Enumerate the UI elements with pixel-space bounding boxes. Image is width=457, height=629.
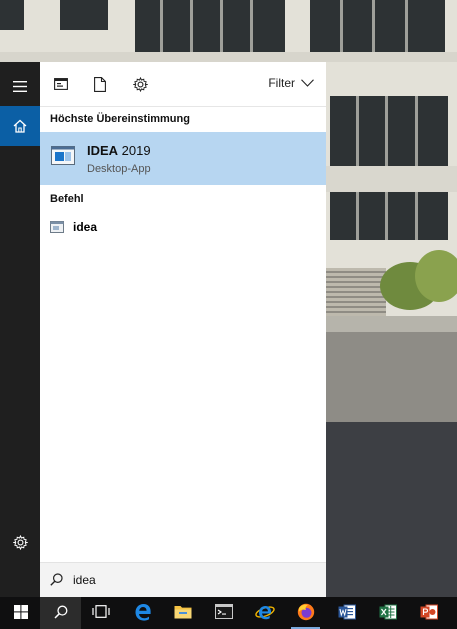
best-match-heading: Höchste Übereinstimmung [50, 113, 190, 125]
filter-dropdown[interactable]: Filter [268, 76, 314, 90]
search-input-value: idea [73, 573, 96, 587]
folder-icon [174, 604, 192, 622]
command-label: idea [73, 220, 98, 234]
search-icon [50, 573, 63, 589]
windows-logo-icon [13, 604, 28, 622]
command-result[interactable]: idea [40, 215, 326, 241]
panel-toolbar: Filter [40, 62, 326, 107]
command-heading: Befehl [50, 193, 84, 205]
start-button[interactable] [0, 597, 41, 629]
settings-icon[interactable] [0, 522, 40, 562]
command-prompt-button[interactable] [203, 597, 244, 629]
taskbar [0, 597, 457, 629]
task-view-icon [91, 605, 110, 621]
apps-filter-icon[interactable] [52, 75, 70, 93]
edge-button[interactable] [122, 597, 163, 629]
internet-explorer-icon [254, 603, 275, 624]
best-match-subtitle: Desktop-App [87, 163, 151, 175]
menu-icon[interactable] [0, 66, 40, 106]
search-results-panel: Filter Höchste Übereinstimmung IDEA 2019… [40, 62, 326, 597]
idea-app-icon [51, 146, 75, 165]
settings-filter-icon[interactable] [131, 75, 149, 93]
command-prompt-icon [214, 604, 233, 622]
powerpoint-icon [420, 604, 438, 623]
start-left-rail [0, 62, 40, 597]
word-icon [338, 604, 356, 623]
powerpoint-button[interactable] [408, 597, 449, 629]
search-icon [53, 605, 68, 622]
documents-filter-icon[interactable] [91, 75, 109, 93]
firefox-button[interactable] [285, 597, 326, 629]
firefox-icon [297, 603, 315, 624]
filter-label: Filter [268, 76, 295, 90]
search-input[interactable]: idea [40, 562, 326, 598]
excel-icon [379, 604, 397, 623]
task-view-button[interactable] [80, 597, 121, 629]
home-icon[interactable] [0, 106, 40, 146]
word-button[interactable] [326, 597, 367, 629]
best-match-result[interactable]: IDEA 2019 Desktop-App [40, 132, 326, 185]
taskbar-search-button[interactable] [40, 597, 81, 629]
edge-icon [134, 603, 152, 624]
excel-button[interactable] [367, 597, 408, 629]
file-explorer-button[interactable] [162, 597, 203, 629]
chevron-down-icon [301, 76, 314, 90]
run-command-icon [50, 221, 64, 233]
best-match-title: IDEA 2019 [87, 143, 151, 158]
internet-explorer-button[interactable] [244, 597, 285, 629]
